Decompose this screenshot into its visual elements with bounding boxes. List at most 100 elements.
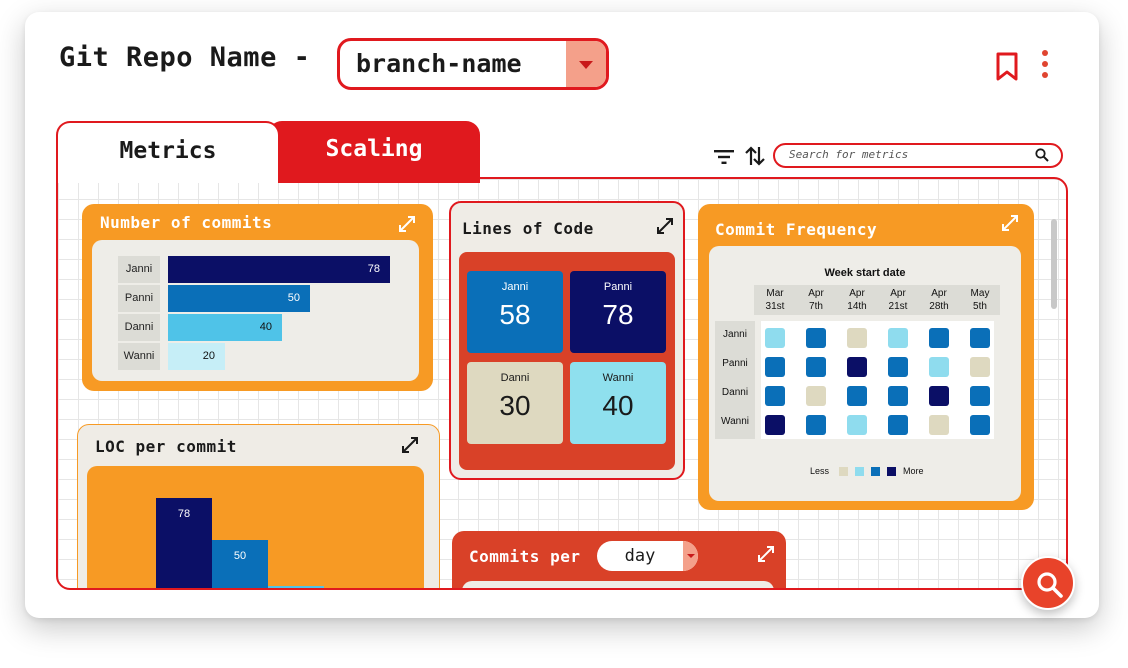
loc-grid: Janni 58 Panni 78 Danni 30 Wanni 40 [459, 252, 675, 470]
chart-panel: Janni 78 Panni 50 Danni 40 Wanni 20 [92, 240, 419, 381]
heatmap-header: Week start date [824, 267, 906, 279]
heatmap-row-headers: Janni Panni Danni Wanni [715, 321, 755, 439]
loc-tile-value: 58 [499, 299, 531, 330]
heatmap-column-headers: Mar 31st Apr 7th Apr 14th Apr 21st Apr 28th May 5th [754, 285, 1000, 315]
heatmap-cell [929, 415, 949, 435]
bar: 78 [156, 498, 212, 588]
chart-panel: 78 50 [87, 466, 424, 588]
loc-tile-name: Janni [501, 281, 529, 293]
heatmap-cell [847, 357, 867, 377]
bar-category-label: Wanni [118, 343, 160, 370]
loc-tile-name: Panni [603, 281, 633, 293]
bookmark-icon[interactable] [995, 52, 1019, 82]
heatmap-cell [765, 415, 785, 435]
heatmap-row-label: Panni [722, 358, 748, 369]
bar-row: Wanni 20 [118, 343, 418, 370]
widget-title: Commit Frequency [715, 220, 878, 239]
period-value: day [624, 546, 656, 566]
more-options-icon[interactable] [1042, 50, 1050, 82]
heatmap-column-label: Apr 7th [808, 288, 824, 312]
widget-commit-frequency[interactable]: Commit Frequency Week start date Mar 31st… [698, 204, 1034, 510]
chart-panel [462, 581, 774, 588]
bar: 20 [168, 343, 225, 370]
search-fab-button[interactable] [1021, 556, 1075, 610]
loc-tile-value: 78 [602, 299, 634, 330]
heatmap-column-label: Apr 14th [847, 288, 867, 312]
loc-tile: Wanni 40 [570, 362, 666, 444]
loc-tile: Janni 58 [467, 271, 563, 353]
loc-tile: Danni 30 [467, 362, 563, 444]
expand-icon[interactable] [398, 215, 416, 233]
legend-swatch [855, 467, 864, 476]
heatmap-cell [806, 415, 826, 435]
scrollbar[interactable] [1051, 219, 1057, 309]
search-bar[interactable] [773, 143, 1063, 168]
legend-swatch [887, 467, 896, 476]
heatmap-cell [806, 328, 826, 348]
sort-icon[interactable] [744, 145, 766, 167]
heatmap-column-label: Apr 21st [888, 288, 908, 312]
chevron-down-icon[interactable] [566, 41, 606, 87]
expand-icon[interactable] [401, 436, 419, 454]
heatmap-cells [761, 321, 994, 439]
heatmap-cell [765, 386, 785, 406]
bar-row: Danni 40 [118, 314, 418, 341]
heatmap-cell [970, 386, 990, 406]
bar-row: Panni 50 [118, 285, 418, 312]
search-icon[interactable] [1035, 148, 1049, 162]
heatmap-panel: Week start date Mar 31st Apr 7th Apr 14th Apr 2… [709, 246, 1021, 501]
tab-scaling[interactable]: Scaling [268, 121, 480, 183]
filter-icon[interactable] [714, 150, 734, 164]
widget-title: Lines of Code [462, 219, 594, 238]
expand-icon[interactable] [757, 545, 775, 563]
search-input[interactable] [789, 148, 1019, 161]
tab-metrics[interactable]: Metrics [56, 121, 280, 183]
legend-swatch [871, 467, 880, 476]
loc-tile-value: 40 [602, 390, 634, 421]
expand-icon[interactable] [1001, 214, 1019, 232]
period-dropdown[interactable]: day [597, 541, 698, 571]
heatmap-cell [929, 386, 949, 406]
heatmap-column-label: Apr 28th [929, 288, 949, 312]
search-icon [1037, 572, 1063, 598]
widget-number-of-commits[interactable]: Number of commits Janni 78 Panni 50 Danni 40 W… [82, 204, 433, 391]
heatmap-cell [970, 357, 990, 377]
widget-title: Number of commits [100, 213, 273, 232]
widget-title: LOC per commit [95, 437, 237, 456]
widget-title: Commits per [469, 547, 581, 566]
bar: 78 [168, 256, 390, 283]
widget-lines-of-code[interactable]: Lines of Code Janni 58 Panni 78 Danni 30 [449, 201, 685, 480]
loc-tile: Panni 78 [570, 271, 666, 353]
heatmap-cell [806, 357, 826, 377]
heatmap-cell [847, 386, 867, 406]
loc-tile-name: Danni [500, 372, 530, 384]
legend-less: Less [810, 466, 830, 476]
heatmap-column-label: Mar 31st [765, 288, 785, 312]
heatmap-cell [888, 415, 908, 435]
heatmap-row-label: Danni [721, 387, 749, 398]
heatmap-cell [765, 328, 785, 348]
heatmap-cell [847, 415, 867, 435]
heatmap-cell [847, 328, 867, 348]
widget-loc-per-commit[interactable]: LOC per commit 78 50 [77, 424, 440, 588]
loc-tile-value: 30 [499, 390, 531, 421]
heatmap-cell [765, 357, 785, 377]
widget-commits-per-day[interactable]: Commits per day [452, 531, 786, 588]
loc-tile-name: Wanni [602, 372, 634, 384]
heatmap-row-label: Wanni [721, 416, 749, 427]
repo-title: Git Repo Name - [59, 42, 311, 73]
bar-row: Janni 78 [118, 256, 418, 283]
expand-icon[interactable] [656, 217, 674, 235]
chevron-down-icon[interactable] [683, 541, 698, 571]
bar: 40 [168, 314, 282, 341]
heatmap-column-label: May 5th [970, 288, 990, 312]
heatmap-cell [970, 415, 990, 435]
bar-category-label: Danni [118, 314, 160, 341]
heatmap-cell [888, 357, 908, 377]
legend-more: More [903, 466, 924, 476]
heatmap-row-label: Janni [723, 329, 747, 340]
heatmap-cell [806, 386, 826, 406]
bar-category-label: Janni [118, 256, 160, 283]
branch-dropdown[interactable]: branch-name [337, 38, 609, 90]
heatmap-legend: Less More [709, 466, 1021, 478]
